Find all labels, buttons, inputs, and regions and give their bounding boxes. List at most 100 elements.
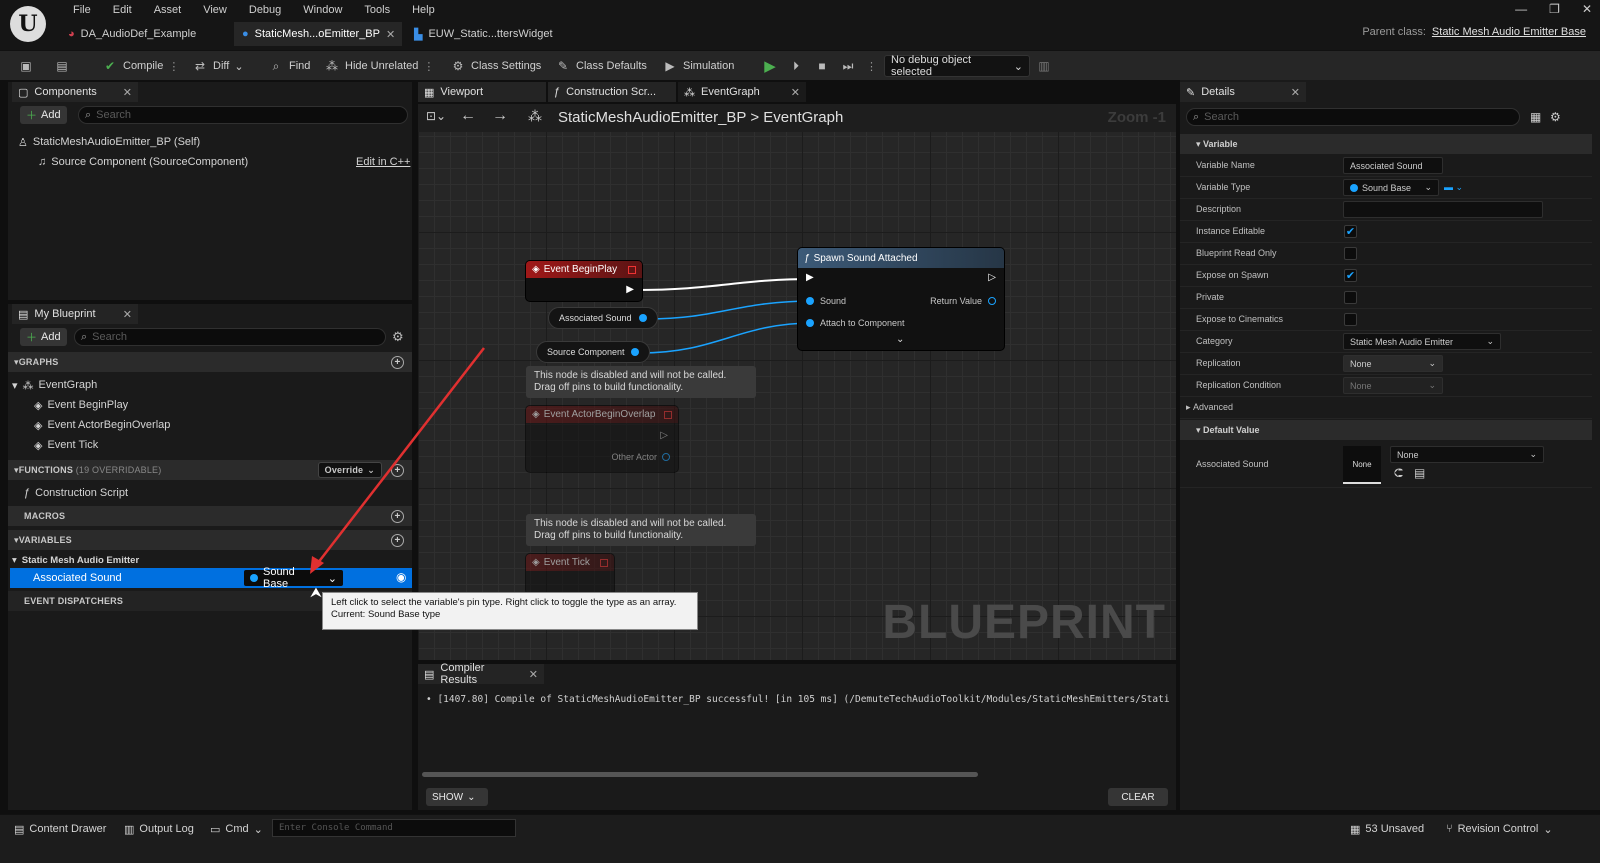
variable-category[interactable]: ▾ Static Mesh Audio Emitter [12,551,139,569]
pin-return-value[interactable]: Return Value [930,296,996,306]
exec-out-pin-icon[interactable]: ▶ [626,284,634,295]
bookmark-icon[interactable]: ⊡⌄ [426,109,446,123]
doc-tab-widget[interactable]: ▙ EUW_Static...ttersWidget [406,22,576,46]
default-value-section[interactable]: ▾ Default Value [1180,420,1592,440]
simulation-button[interactable]: ▶ Simulation [662,56,734,76]
expand-chevron-icon[interactable]: ⌄ [896,334,904,345]
step-icon[interactable]: ⏵ [788,58,804,74]
replication-condition-dropdown[interactable]: None ⌄ [1343,377,1443,394]
menu-asset[interactable]: Asset [143,3,193,17]
component-source[interactable]: ♫ Source Component (SourceComponent) [38,153,248,171]
variable-associated-sound-row[interactable]: Associated Sound Sound Base ⌄ ◉ [10,566,412,590]
category-dropdown[interactable]: Static Mesh Audio Emitter ⌄ [1343,333,1501,350]
details-search-input[interactable]: ⌕ Search [1186,108,1520,126]
find-button[interactable]: ⌕ Find [268,56,311,76]
menu-window[interactable]: Window [292,3,353,17]
content-drawer-button[interactable]: ▤ Content Drawer [14,820,106,838]
parent-class-link[interactable]: Static Mesh Audio Emitter Base [1432,26,1586,38]
horizontal-scrollbar[interactable] [422,772,978,777]
pin-other-actor[interactable]: Other Actor [611,452,670,462]
pin-sound[interactable]: Sound [806,296,846,306]
debug-filter-button[interactable]: ▥ [1036,56,1052,76]
instance-editable-checkbox[interactable]: ✔ [1344,225,1357,238]
add-macro-icon[interactable]: + [391,509,404,523]
unreal-logo-icon[interactable]: U [10,6,46,42]
menu-view[interactable]: View [192,3,238,17]
private-checkbox[interactable] [1344,291,1357,304]
add-graph-icon[interactable]: + [391,355,404,369]
unsaved-button[interactable]: ▦ 53 Unsaved [1350,820,1424,838]
save-button[interactable]: ▣ [18,56,34,76]
node-get-source-component[interactable]: Source Component [536,341,650,363]
compile-button[interactable]: ✔ Compile ⋮ [102,56,179,76]
forward-arrow-icon[interactable]: → [492,107,508,125]
add-member-button[interactable]: ＋ Add [20,328,67,346]
eject-icon[interactable]: ⏭ [840,58,856,74]
replication-dropdown[interactable]: None ⌄ [1343,355,1443,372]
expose-on-spawn-checkbox[interactable]: ✔ [1344,269,1357,282]
console-command-input[interactable]: Enter Console Command [272,819,516,837]
close-icon[interactable]: ✕ [123,86,132,99]
close-icon[interactable]: ✕ [791,86,800,99]
bp-read-only-checkbox[interactable] [1344,247,1357,260]
node-event-actorbeginoverlap[interactable]: ◈ Event ActorBeginOverlap ▷ Other Actor [526,406,678,472]
row-advanced[interactable]: ▸ Advanced [1180,397,1592,419]
components-tab[interactable]: ▢ Components ✕ [12,82,138,102]
exec-out-pin-icon[interactable]: ▷ [988,272,996,283]
eye-icon[interactable]: ◉ [396,570,406,584]
cmd-dropdown[interactable]: ▭ Cmd ⌄ [210,820,263,838]
clear-button[interactable]: CLEAR [1108,788,1168,806]
tab-construction-script[interactable]: ƒ Construction Scr... [548,82,676,102]
construction-script-item[interactable]: ƒ Construction Script [24,484,128,502]
variable-section[interactable]: ▾ Variable [1180,134,1592,154]
menu-file[interactable]: File [62,3,102,17]
node-event-tick[interactable]: ◈ Event Tick [526,554,614,594]
close-icon[interactable]: ✕ [529,668,538,681]
browse-button[interactable]: ▤ [54,56,70,76]
edit-in-cpp-link[interactable]: Edit in C++ [356,153,410,171]
menu-edit[interactable]: Edit [102,3,143,17]
debug-object-dropdown[interactable]: No debug object selected ⌄ [884,54,1030,78]
browse-asset-icon[interactable]: ▤ [1414,466,1425,480]
container-type-dropdown[interactable]: ▬ ⌄ [1444,182,1463,193]
output-log-button[interactable]: ▥ Output Log [124,820,194,838]
variable-type-button[interactable]: Sound Base ⌄ [244,566,343,590]
asset-thumbnail[interactable]: None [1343,446,1381,484]
details-tab[interactable]: ✎ Details ✕ [1180,82,1306,102]
doc-tab-blueprint[interactable]: ● StaticMesh...oEmitter_BP ✕ [234,22,402,46]
output-pin-icon[interactable] [631,348,639,356]
stop-icon[interactable]: ■ [814,58,830,74]
add-function-icon[interactable]: + [391,463,404,477]
description-input[interactable] [1343,201,1543,218]
override-dropdown[interactable]: Override ⌄ [317,462,382,478]
event-graph-canvas[interactable]: ◈ Event BeginPlay ▶ Associated Sound Sour… [418,104,1176,660]
tab-event-graph[interactable]: ⁂ EventGraph ✕ [678,82,806,102]
variables-section[interactable]: ▾ VARIABLES + [8,530,412,550]
restore-icon[interactable]: ❐ [1549,2,1560,16]
expose-cinematics-checkbox[interactable] [1344,313,1357,326]
my-blueprint-tab[interactable]: ▤ My Blueprint ✕ [12,304,138,324]
close-icon[interactable]: ✕ [1291,86,1300,99]
table-view-icon[interactable]: ▦ [1530,110,1541,124]
component-self[interactable]: ♙ StaticMeshAudioEmitter_BP (Self) [18,133,200,151]
hide-unrelated-button[interactable]: ⁂ Hide Unrelated ⋮ [324,56,434,76]
output-pin-icon[interactable] [639,314,647,322]
menu-tools[interactable]: Tools [353,3,401,17]
graphs-section[interactable]: ▾ GRAPHS + [8,352,412,372]
exec-in-pin-icon[interactable]: ▶ [806,272,814,283]
event-beginplay-item[interactable]: ◈ Event BeginPlay [34,396,128,414]
node-get-associated-sound[interactable]: Associated Sound [548,307,658,329]
my-blueprint-search-input[interactable]: ⌕ Search [74,328,386,346]
close-tab-icon[interactable]: ✕ [386,28,395,41]
show-dropdown[interactable]: SHOW ⌄ [426,788,488,806]
functions-section[interactable]: ▾ FUNCTIONS (19 OVERRIDABLE) Override ⌄ + [8,460,412,480]
tab-viewport[interactable]: ▦ Viewport [418,82,546,102]
add-component-button[interactable]: ＋ Add [20,106,67,124]
menu-debug[interactable]: Debug [238,3,292,17]
macros-section[interactable]: MACROS + [8,506,412,526]
gear-icon[interactable]: ⚙ [1550,110,1561,124]
close-icon[interactable]: ✕ [123,308,132,321]
variable-name-input[interactable]: Associated Sound [1343,157,1443,174]
exec-out-pin-icon[interactable]: ▷ [660,430,668,441]
node-event-beginplay[interactable]: ◈ Event BeginPlay ▶ [526,261,642,301]
